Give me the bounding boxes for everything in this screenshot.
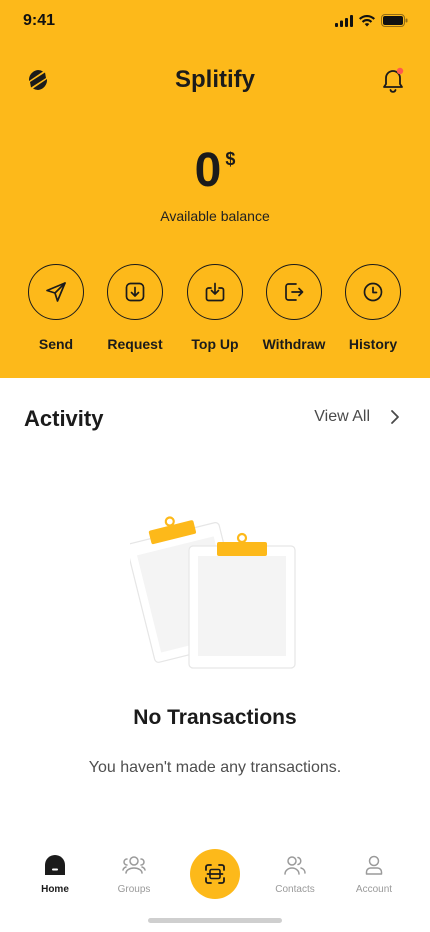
empty-state-subtitle: You haven't made any transactions.: [88, 759, 342, 776]
home-indicator: [148, 918, 282, 923]
bottom-navigation: Home Groups Contacts Account: [0, 840, 430, 910]
header-panel: 9:41 Splitify 0 $ Available balance Send…: [0, 0, 430, 378]
nav-item-groups[interactable]: Groups: [94, 852, 174, 895]
send-icon: [46, 282, 66, 302]
top-up-button[interactable]: Top Up: [170, 264, 260, 352]
history-button-circle[interactable]: [345, 264, 401, 320]
nav-item-contacts[interactable]: Contacts: [255, 852, 335, 895]
nav-label-account: Account: [355, 884, 393, 895]
activity-title: Activity: [24, 406, 104, 431]
account-icon[interactable]: [365, 855, 383, 875]
empty-state-title: No Transactions: [133, 706, 297, 729]
signal-icon: [335, 14, 353, 27]
request-button[interactable]: Request: [90, 264, 180, 352]
wifi-icon: [359, 14, 375, 26]
app-title: Splitify: [174, 66, 255, 93]
nav-item-account[interactable]: Account: [334, 852, 414, 895]
top-up-icon: [205, 282, 225, 302]
top-up-label: Top Up: [191, 336, 239, 352]
view-all-label[interactable]: View All: [314, 408, 370, 426]
history-button[interactable]: History: [328, 264, 418, 352]
contacts-icon[interactable]: [284, 855, 306, 875]
send-button-circle[interactable]: [28, 264, 84, 320]
nav-label-contacts: Contacts: [275, 884, 315, 895]
status-bar: 9:41: [0, 0, 430, 44]
history-label: History: [348, 336, 398, 352]
request-icon: [125, 282, 145, 302]
scan-button[interactable]: [190, 849, 240, 899]
withdraw-button-circle[interactable]: [266, 264, 322, 320]
history-icon: [363, 282, 383, 302]
withdraw-icon: [285, 283, 304, 301]
chevron-right-icon[interactable]: [390, 409, 400, 425]
notification-bell-icon[interactable]: [380, 66, 406, 94]
scan-icon: [205, 864, 225, 884]
view-all-link[interactable]: View All: [314, 408, 400, 426]
quick-actions: Send Request Top Up Withdraw History: [0, 264, 430, 364]
status-time: 9:41: [23, 12, 56, 29]
balance-amount: 0: [194, 144, 222, 197]
notification-dot: [396, 67, 404, 75]
balance-label: Available balance: [160, 208, 270, 224]
groups-icon[interactable]: [122, 855, 146, 875]
home-icon[interactable]: [44, 854, 66, 876]
battery-icon: [381, 14, 408, 27]
top-up-button-circle[interactable]: [187, 264, 243, 320]
request-button-circle[interactable]: [107, 264, 163, 320]
request-label: Request: [107, 336, 163, 352]
withdraw-label: Withdraw: [262, 336, 326, 352]
status-icons: [335, 14, 408, 27]
withdraw-button[interactable]: Withdraw: [249, 264, 339, 352]
balance-currency: $: [225, 149, 236, 169]
send-button[interactable]: Send: [11, 264, 101, 352]
send-label: Send: [38, 336, 74, 352]
empty-clipboards-illustration: [130, 516, 296, 669]
balance-display: 0 $: [0, 145, 430, 197]
nav-label-home: Home: [41, 884, 69, 895]
nav-item-home[interactable]: Home: [15, 852, 95, 895]
nav-label-groups: Groups: [117, 884, 151, 895]
